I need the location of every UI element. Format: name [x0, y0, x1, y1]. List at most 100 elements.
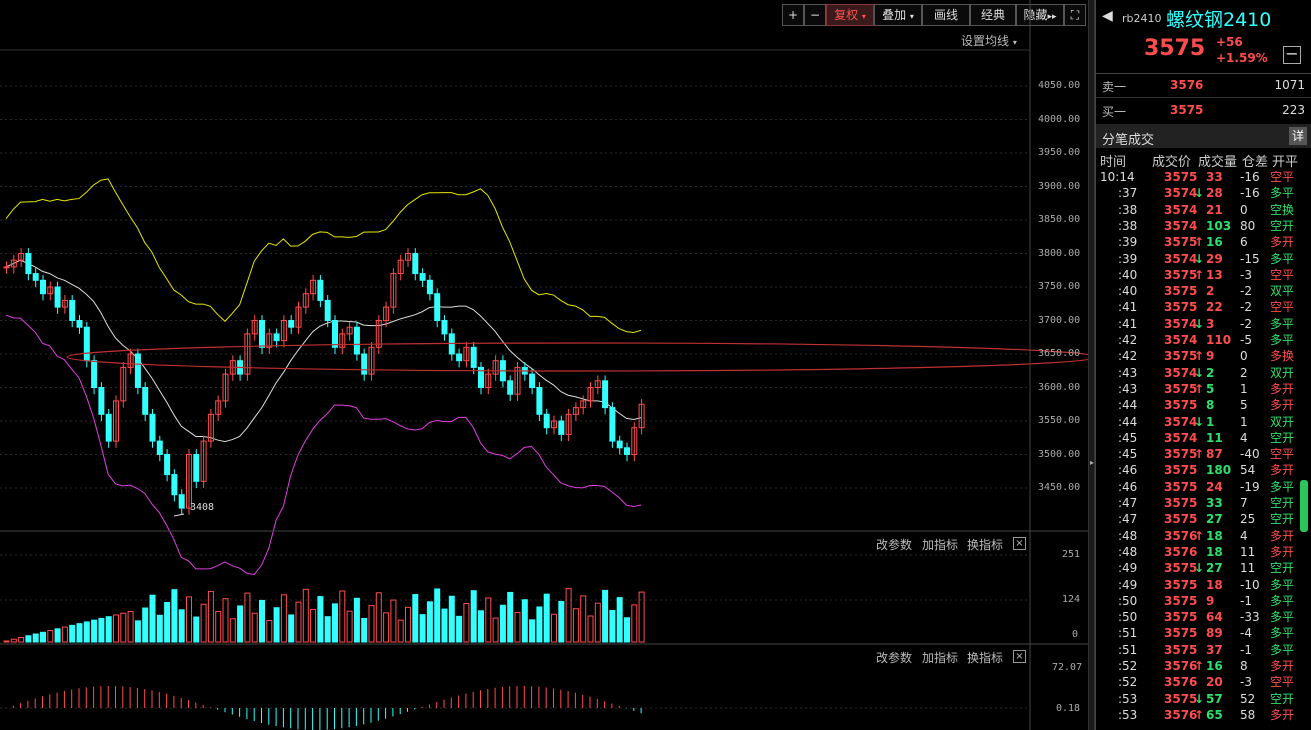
tick-open-close: 空平 [1270, 447, 1295, 462]
tick-oi-change: -19 [1240, 479, 1260, 494]
vol-switch-indicator[interactable]: 换指标 [967, 536, 1003, 553]
volume-bar [609, 609, 616, 643]
tick-oi-change: 0 [1240, 202, 1248, 217]
tick-price: 3575 [1164, 300, 1198, 315]
panel-splitter[interactable]: ▸ [1088, 0, 1095, 730]
tick-row: :48 3576 ↑ 18 4 多开 [1096, 528, 1311, 544]
tick-open-close: 多开 [1270, 659, 1295, 673]
price-tick: 4000.00 [1038, 113, 1081, 125]
tick-volume: 9 [1206, 593, 1215, 608]
tick-volume: 2 [1206, 365, 1215, 380]
candle-body [98, 387, 105, 415]
drawn-ellipse[interactable] [66, 342, 1089, 372]
volume-bar [368, 605, 375, 643]
tick-time: :50 [1118, 610, 1138, 625]
tick-time: :43 [1118, 381, 1138, 396]
vol-add-indicator[interactable]: 加指标 [922, 536, 958, 553]
vol-axis-mid: 124 [1062, 594, 1081, 605]
vol-axis-zero: 0 [1072, 629, 1079, 640]
volume-bar [237, 605, 244, 643]
tick-row: :48 3576 18 11 多开 [1096, 544, 1311, 560]
tick-volume: 13 [1206, 267, 1223, 282]
tick-oi-change: 8 [1240, 659, 1248, 673]
tick-price: 3576 [1164, 528, 1198, 543]
tick-time: :53 [1118, 691, 1138, 706]
macd-axis-top: 72.07 [1052, 662, 1083, 673]
price-change-pct: +1.59% [1216, 51, 1268, 65]
tick-oi-change: -2 [1240, 316, 1252, 331]
tick-price: 3574 [1164, 218, 1198, 233]
price-tick: 3650.00 [1038, 348, 1081, 359]
tick-open-close: 多开 [1270, 463, 1295, 478]
candle-body [178, 494, 185, 509]
tick-volume: 29 [1206, 251, 1223, 266]
tick-row: :49 3575 ↓ 27 11 空开 [1096, 560, 1311, 576]
price-tick: 3850.00 [1038, 214, 1081, 225]
arrow-down-icon: ↓ [1194, 251, 1205, 266]
tick-row: :39 3574 ↓ 29 -15 多平 [1096, 251, 1311, 267]
arrow-down-icon: ↓ [1194, 186, 1205, 201]
tick-time: 10:14 [1100, 170, 1135, 184]
close-icon[interactable]: × [1013, 650, 1026, 663]
tick-time: :41 [1118, 316, 1138, 331]
candle-body [3, 266, 10, 269]
volume-bar [91, 619, 98, 643]
volume-bar [32, 633, 39, 643]
volume-bar [251, 612, 258, 643]
macd-axis-zero: 0.18 [1056, 703, 1081, 714]
volume-bar [448, 595, 455, 643]
macd-add-indicator[interactable]: 加指标 [922, 649, 958, 666]
candle-body [332, 320, 338, 348]
kline-svg [0, 0, 1089, 730]
candle-body [54, 286, 61, 308]
volume-bar [113, 614, 119, 643]
tick-price: 3576 [1164, 659, 1198, 673]
quote-panel: ◀ rb2410 螺纹钢2410 3575 +56 +1.59% − 卖一 35… [1095, 0, 1311, 730]
tick-open-close: 多平 [1270, 251, 1295, 266]
detail-button[interactable]: 详 [1289, 127, 1307, 145]
macd-change-params[interactable]: 改参数 [876, 649, 912, 666]
tick-row: :41 3575 22 -2 空平 [1096, 299, 1311, 315]
tick-oi-change: -16 [1240, 186, 1260, 201]
tick-row: :45 3574 11 4 空开 [1096, 430, 1311, 446]
candle-body [273, 333, 280, 342]
tick-oi-change: -1 [1240, 593, 1252, 608]
volume-bar [310, 608, 317, 643]
price-tick: 3950.00 [1038, 147, 1081, 158]
collapse-arrow-icon[interactable]: ▸ [1090, 458, 1094, 467]
price-tick: 3600.00 [1038, 381, 1081, 393]
tick-price: 3576 [1164, 675, 1198, 690]
tick-price: 3575 [1164, 626, 1198, 641]
minimize-icon[interactable]: − [1283, 46, 1301, 64]
volume-bar [405, 606, 411, 643]
tick-time: :51 [1118, 626, 1138, 641]
volume-bar [273, 607, 280, 643]
volume-bar [178, 609, 185, 643]
volume-bar [193, 616, 200, 643]
volume-bar [624, 617, 630, 643]
tick-volume: 110 [1206, 333, 1232, 347]
macd-switch-indicator[interactable]: 换指标 [967, 649, 1003, 666]
tick-price: 3575 [1164, 447, 1198, 462]
tick-time: :37 [1118, 186, 1138, 201]
back-arrow-icon[interactable]: ◀ [1102, 8, 1113, 24]
price-tick: 3800.00 [1038, 247, 1081, 259]
tick-volume: 20 [1206, 675, 1223, 690]
tick-price: 3575 [1164, 284, 1198, 299]
tick-price: 3575 [1164, 479, 1198, 494]
close-icon[interactable]: × [1013, 537, 1026, 550]
volume-bar [324, 616, 331, 643]
tick-volume: 18 [1206, 544, 1223, 559]
volume-bar [412, 594, 419, 643]
scrollbar-thumb[interactable] [1300, 480, 1308, 532]
tick-price: 3575 [1164, 561, 1198, 576]
tick-volume: 180 [1206, 463, 1232, 478]
kline-chart-area[interactable]: + − 复权 ▾ 叠加 ▾ 画线 经典 隐藏▸▸ ⛶ 设置均线 ▾ 4050.0… [0, 0, 1089, 730]
volume-bar [470, 590, 477, 643]
arrow-down-icon: ↓ [1194, 414, 1205, 429]
price-tick: 3700.00 [1038, 314, 1081, 326]
vol-change-params[interactable]: 改参数 [876, 536, 912, 553]
volume-bar [558, 600, 565, 643]
arrow-down-icon: ↓ [1194, 691, 1205, 706]
volume-bar [215, 610, 222, 643]
